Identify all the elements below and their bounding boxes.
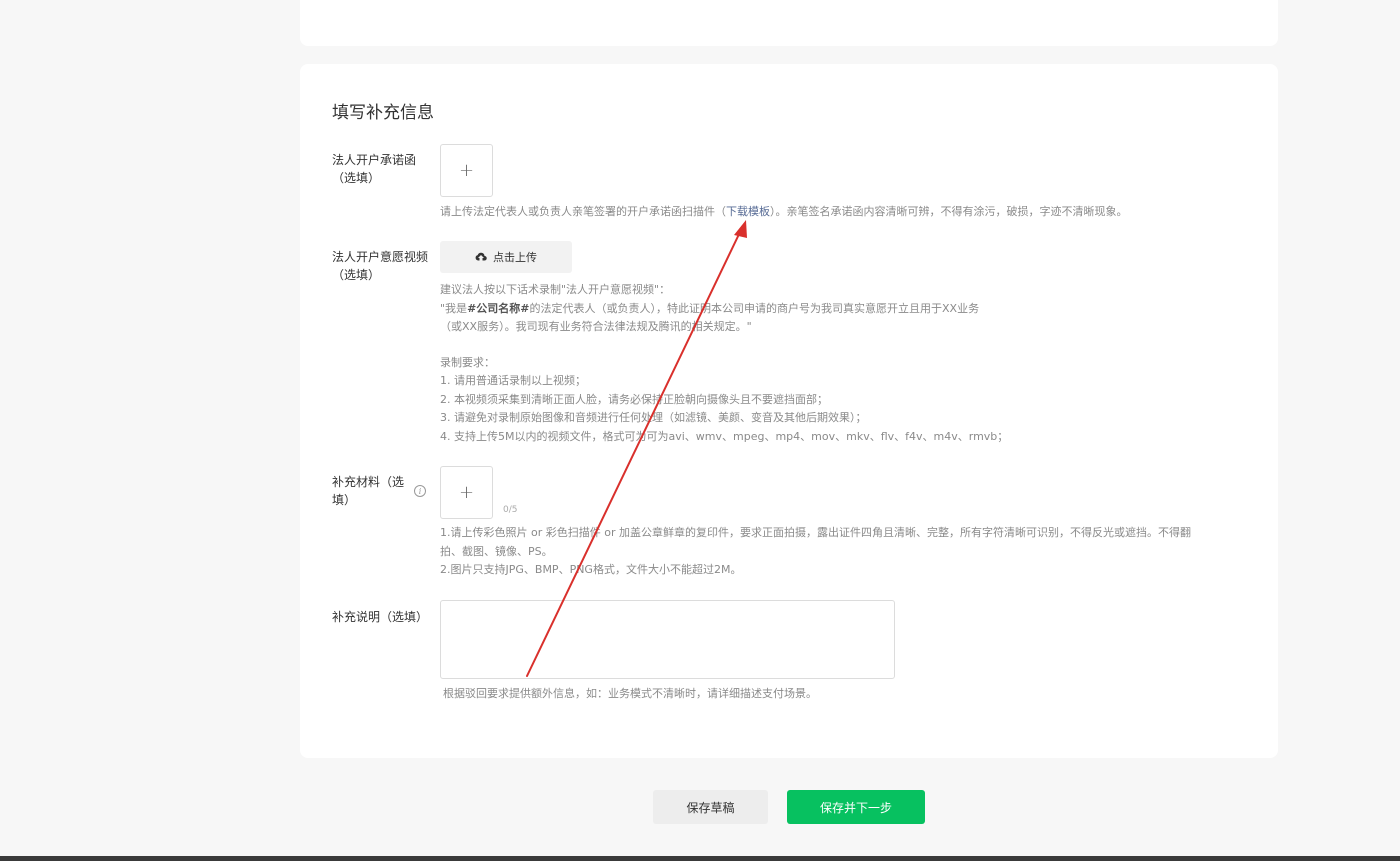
materials-hint-line: 2.图片只支持JPG、BMP、PNG格式，文件大小不能超过2M。 [440, 563, 742, 576]
requirement-item: 1. 请用普通话录制以上视频； [440, 374, 586, 387]
bottom-bar [0, 856, 1400, 861]
supplementary-note-label: 补充说明（选填） [332, 610, 429, 624]
supplementary-note-textarea[interactable] [440, 600, 895, 679]
supplementary-materials-hint: 1.请上传彩色照片 or 彩色扫描件 or 加盖公章鲜章的复印件，要求正面拍摄，… [440, 524, 1191, 580]
save-and-next-button[interactable]: 保存并下一步 [787, 790, 925, 824]
save-draft-button[interactable]: 保存草稿 [653, 790, 768, 824]
script-line-1: "我是#公司名称#的法定代表人（或负责人），特此证明本公司申请的商户号为我司真实… [440, 300, 1008, 319]
script-line-2: （或XX服务）。我司现有业务符合法律法规及腾讯的相关规定。" [440, 320, 752, 333]
commitment-letter-upload-button[interactable]: + [440, 144, 493, 197]
intent-video-instructions: 建议法人按以下话术录制"法人开户意愿视频"： "我是#公司名称#的法定代表人（或… [440, 281, 1008, 446]
commitment-letter-label-text: 法人开户承诺函 [332, 153, 417, 167]
commitment-letter-label: 法人开户承诺函 （选填） [332, 151, 416, 187]
commitment-letter-hint-prefix: 请上传法定代表人或负责人亲笔签署的开户承诺函扫描件（ [440, 205, 726, 218]
download-template-link[interactable]: 下载模板 [726, 205, 770, 218]
upload-counter: 0/5 [503, 505, 518, 515]
script-line-1-end: 的法定代表人（或负责人），特此证明本公司申请的商户号为我司真实意愿开立且用于XX… [529, 301, 980, 315]
commitment-letter-hint: 请上传法定代表人或负责人亲笔签署的开户承诺函扫描件（下载模板）。亲笔签名承诺函内… [440, 203, 1128, 222]
supplementary-note-hint: 根据驳回要求提供额外信息，如：业务模式不清晰时，请详细描述支付场景。 [443, 687, 817, 700]
requirement-item: 4. 支持上传5M以内的视频文件，格式可为可为avi、wmv、mpeg、mp4、… [440, 429, 1009, 443]
cloud-upload-icon [475, 252, 487, 261]
plus-icon: + [458, 160, 475, 181]
commitment-letter-hint-suffix: ）。亲笔签名承诺函内容清晰可辨，不得有涂污，破损，字迹不清晰现象。 [770, 205, 1128, 218]
requirement-item: 3. 请避免对录制原始图像和音频进行任何处理（如滤镜、美颜、变音及其他后期效果）… [440, 411, 867, 424]
supplementary-materials-upload-button[interactable]: + [440, 466, 493, 519]
intent-video-label-text: 法人开户意愿视频 [332, 250, 429, 264]
plus-icon: + [458, 482, 475, 503]
materials-hint-line: 1.请上传彩色照片 or 彩色扫描件 or 加盖公章鲜章的复印件，要求正面拍摄，… [440, 526, 1191, 539]
requirement-item: 2. 本视频须采集到清晰正面人脸，请务必保持正脸朝向摄像头且不要遮挡面部； [440, 392, 828, 406]
supplementary-materials-label: 补充材料（选 填） [332, 473, 404, 509]
previous-section-card [300, 0, 1278, 46]
company-name-placeholder: #公司名称# [467, 301, 530, 315]
commitment-letter-optional-tag: （选填） [332, 171, 381, 185]
supplementary-materials-label-text: 补充材料（选 [332, 475, 405, 489]
intent-video-upload-label: 点击上传 [493, 251, 537, 264]
info-icon[interactable]: i [414, 485, 426, 497]
intent-video-upload-button[interactable]: 点击上传 [440, 241, 572, 273]
materials-hint-line: 拍、截图、镜像、PS。 [440, 544, 553, 558]
intent-video-optional-tag: （选填） [332, 268, 381, 282]
script-line-1-start: "我是 [440, 301, 468, 315]
section-title: 填写补充信息 [332, 103, 434, 123]
supplementary-materials-label-text-2: 填） [332, 493, 357, 507]
intent-video-label: 法人开户意愿视频 （选填） [332, 248, 428, 284]
script-intro: 建议法人按以下话术录制"法人开户意愿视频"： [440, 283, 671, 296]
requirements-title: 录制要求： [440, 355, 495, 369]
